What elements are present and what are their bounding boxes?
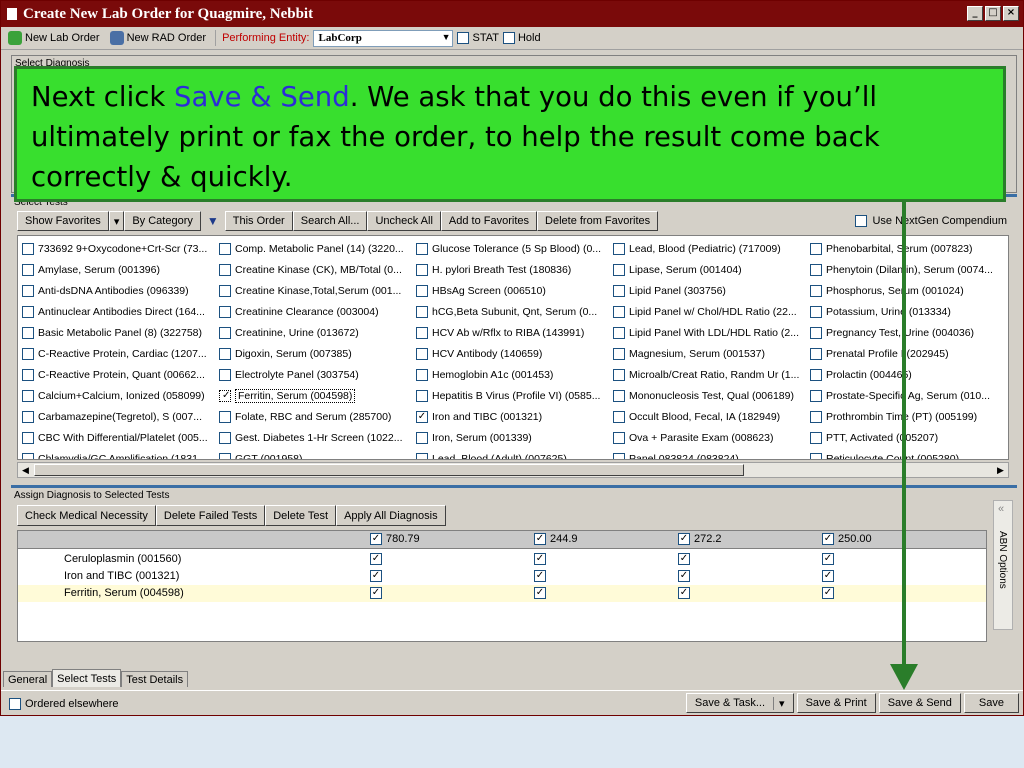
arrow-head-icon — [890, 664, 918, 690]
pointer-arrow — [890, 200, 918, 690]
